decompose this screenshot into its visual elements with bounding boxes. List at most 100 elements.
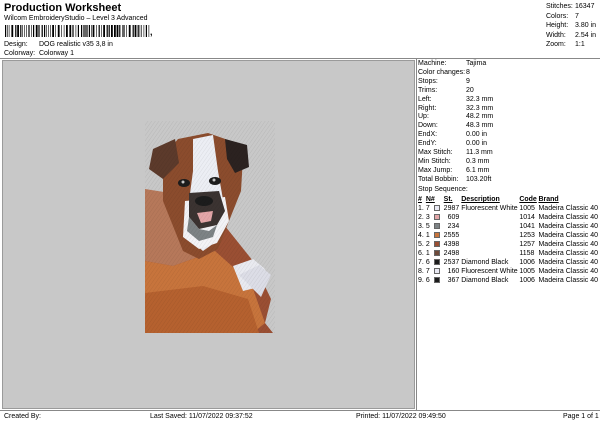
stat-label: Width: [546, 31, 566, 39]
brand-cell: Madeira Classic 40 [538, 250, 598, 257]
description-cell [461, 231, 519, 240]
needle-number: 1 [425, 232, 430, 239]
stop-sequence-title: Stop Sequence: [418, 186, 468, 193]
code-cell: 1257 [519, 241, 535, 248]
machine-stat-value: 20 [466, 86, 474, 94]
needle-number: 6 [425, 277, 430, 284]
table-row: 1. 7 2987 Fluorescent White 1005 Madeira Clas… [418, 204, 598, 213]
machine-stat-label: Up: [418, 113, 429, 121]
stop-cell: 5. [418, 241, 424, 248]
table-row: 5. 2 4398 1257 Madeira Classic 40 [418, 240, 598, 249]
description-cell: Diamond Black [461, 277, 509, 284]
needle-cell: 2 [426, 240, 444, 249]
table-row: 4. 1 2555 1253 Madeira Classic 40 [418, 231, 598, 240]
machine-stat-value: 9 [466, 77, 470, 85]
needle-cell: 7 [426, 267, 444, 276]
table-row: 9. 6 367 Diamond Black 1006 Madeira Classic 4… [418, 276, 598, 285]
machine-stat-label: Color changes: [418, 68, 466, 76]
description-cell: Diamond Black [461, 259, 509, 266]
col-header-code: Code [519, 196, 537, 203]
thread-color-swatch [433, 232, 440, 238]
needle-cell: 1 [426, 249, 444, 258]
design-stats: Stitches: 16347 Colors: 7 Height: 3.80 in W… [546, 2, 598, 50]
needle-number: 1 [425, 250, 430, 257]
machine-stat-label: Right: [418, 104, 437, 112]
stitches-cell: 2537 [443, 259, 460, 266]
machine-stat-row: Color changes: 8 [418, 69, 493, 78]
machine-stat-label: Left: [418, 95, 432, 103]
machine-stat-value: 48.2 mm [466, 113, 494, 121]
stitches-cell: 234 [447, 223, 460, 230]
needle-number: 6 [425, 259, 430, 266]
machine-stat-row: Down: 48.3 mm [418, 122, 493, 131]
design-value: DOG realistic v35 3,8 in [38, 41, 113, 48]
machine-stat-label: Stops: [418, 77, 438, 85]
stitches-cell: 160 [447, 268, 460, 275]
machine-stats: Machine: Tajima Color changes: 8 Stops: 9 Trim… [418, 60, 493, 185]
machine-stat-row: Max Jump: 6.1 mm [418, 167, 493, 176]
colorway-label: Colorway: [4, 50, 36, 57]
code-cell: 1041 [519, 223, 535, 230]
brand-cell: Madeira Classic 40 [538, 223, 598, 230]
machine-stat-row: Total Bobbin: 103.20ft [418, 176, 493, 185]
machine-stat-label: Trims: [418, 86, 438, 94]
needle-number: 3 [425, 214, 430, 221]
machine-stat-value: 0.00 in [466, 140, 488, 148]
machine-stat-row: Max Stitch: 11.3 mm [418, 149, 493, 158]
col-header-description: Description [461, 196, 500, 203]
stat-row: Width: 2.54 in [546, 31, 598, 41]
footer-divider [0, 410, 600, 411]
machine-stat-row: Min Stitch: 0.3 mm [418, 158, 493, 167]
barcode-tail: , [150, 27, 153, 37]
machine-stat-row: Stops: 9 [418, 78, 493, 87]
description-cell [461, 240, 519, 249]
needle-number: 7 [425, 268, 430, 275]
stat-label: Zoom: [546, 41, 566, 48]
code-cell: 1253 [519, 232, 535, 239]
machine-stat-row: EndX: 0.00 in [418, 131, 493, 140]
needle-number: 2 [425, 241, 430, 248]
machine-stat-row: Machine: Tajima [418, 60, 493, 69]
stat-row: Zoom: 1:1 [546, 40, 598, 50]
colorway-value: Colorway 1 [38, 50, 74, 57]
stat-value: 2.54 in [575, 31, 597, 39]
needle-cell: 6 [426, 276, 444, 285]
description-cell: Fluorescent White [461, 268, 518, 275]
header-divider [0, 58, 600, 59]
brand-cell: Madeira Classic 40 [538, 232, 598, 239]
col-header-stop: # [418, 196, 422, 203]
stat-value: 3.80 in [575, 22, 597, 29]
machine-stat-label: Total Bobbin: [418, 175, 459, 183]
thread-color-swatch [433, 268, 440, 274]
thread-color-swatch [433, 241, 440, 247]
stop-cell: 9. [418, 277, 424, 284]
machine-stat-label: Max Stitch: [418, 149, 453, 157]
brand-cell: Madeira Classic 40 [538, 214, 598, 221]
machine-stat-value: 32.3 mm [466, 104, 494, 112]
thread-color-swatch [433, 214, 440, 220]
brand-cell: Madeira Classic 40 [538, 268, 598, 275]
col-header-stitches: St. [443, 196, 453, 203]
machine-stat-row: Up: 48.2 mm [418, 113, 493, 122]
code-cell: 1005 [519, 205, 535, 212]
needle-cell: 6 [426, 258, 444, 267]
col-header-brand: Brand [538, 196, 559, 203]
stop-cell: 8. [418, 268, 424, 275]
brand-cell: Madeira Classic 40 [538, 205, 598, 212]
col-header-needle: N# [425, 196, 435, 203]
table-row: 6. 1 2498 1158 Madeira Classic 40 [418, 249, 598, 258]
stat-value: 7 [575, 12, 579, 20]
design-label: Design: [4, 41, 28, 48]
thread-color-swatch [433, 250, 440, 256]
brand-cell: Madeira Classic 40 [538, 241, 598, 248]
machine-stat-label: Machine: [418, 60, 447, 67]
printed-date: Printed: 11/07/2022 09:49:50 [356, 413, 446, 420]
code-cell: 1006 [519, 259, 535, 266]
stop-cell: 2. [418, 214, 424, 221]
description-cell: Fluorescent White [461, 205, 518, 212]
stat-label: Height: [546, 22, 569, 29]
table-row: 3. 5 234 1041 Madeira Classic 40 [418, 222, 598, 231]
stop-cell: 7. [418, 259, 424, 266]
stop-cell: 1. [418, 205, 424, 212]
thread-color-swatch [433, 205, 440, 211]
